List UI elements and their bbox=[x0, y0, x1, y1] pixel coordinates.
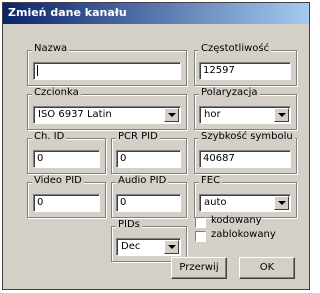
ch-id-label: Ch. ID bbox=[32, 131, 67, 142]
kodowany-checkbox[interactable] bbox=[195, 217, 206, 228]
audio-pid-input[interactable]: 0 bbox=[116, 194, 181, 212]
kodowany-label: kodowany bbox=[211, 215, 262, 226]
czcionka-value: ISO 6937 Latin bbox=[38, 109, 112, 120]
fec-value: auto bbox=[204, 197, 227, 208]
dropdown-arrow-button[interactable] bbox=[164, 240, 179, 254]
zablokowany-label: zablokowany bbox=[211, 229, 276, 240]
fec-label: FEC bbox=[199, 175, 223, 186]
pids-label: PIDs bbox=[116, 219, 142, 230]
nazwa-input[interactable] bbox=[33, 62, 181, 80]
edit-channel-dialog: Zmień dane kanału Nazwa Częstotliwość 12… bbox=[2, 2, 310, 290]
dropdown-arrow-button[interactable] bbox=[274, 108, 289, 122]
pcr-pid-label: PCR PID bbox=[116, 131, 160, 142]
chevron-down-icon bbox=[278, 113, 286, 117]
polaryzacja-value: hor bbox=[204, 109, 221, 120]
ch-id-input[interactable]: 0 bbox=[33, 150, 100, 168]
czestotliwosc-input[interactable]: 12597 bbox=[199, 62, 291, 80]
zablokowany-checkbox[interactable] bbox=[195, 231, 206, 242]
video-pid-label: Video PID bbox=[32, 175, 84, 186]
video-pid-input[interactable]: 0 bbox=[33, 194, 100, 212]
czestotliwosc-label: Częstotliwość bbox=[199, 43, 272, 54]
ok-button[interactable]: OK bbox=[239, 257, 295, 279]
szybkosc-input[interactable]: 40687 bbox=[199, 150, 291, 168]
chevron-down-icon bbox=[278, 201, 286, 205]
polaryzacja-select[interactable]: hor bbox=[199, 106, 291, 124]
czcionka-select[interactable]: ISO 6937 Latin bbox=[33, 106, 181, 124]
czcionka-label: Czcionka bbox=[32, 87, 81, 98]
text-caret bbox=[37, 65, 38, 76]
szybkosc-label: Szybkość symbolu bbox=[199, 131, 295, 142]
nazwa-label: Nazwa bbox=[32, 43, 70, 54]
dialog-title: Zmień dane kanału bbox=[8, 6, 127, 19]
title-bar: Zmień dane kanału bbox=[3, 3, 309, 24]
pids-select[interactable]: Dec bbox=[116, 238, 181, 256]
chevron-down-icon bbox=[168, 245, 176, 249]
pids-value: Dec bbox=[121, 241, 141, 252]
chevron-down-icon bbox=[168, 113, 176, 117]
audio-pid-label: Audio PID bbox=[116, 175, 169, 186]
fec-select[interactable]: auto bbox=[199, 194, 291, 212]
polaryzacja-label: Polaryzacja bbox=[199, 87, 260, 98]
dropdown-arrow-button[interactable] bbox=[274, 196, 289, 210]
cancel-button[interactable]: Przerwij bbox=[171, 257, 227, 279]
dropdown-arrow-button[interactable] bbox=[164, 108, 179, 122]
pcr-pid-input[interactable]: 0 bbox=[116, 150, 181, 168]
